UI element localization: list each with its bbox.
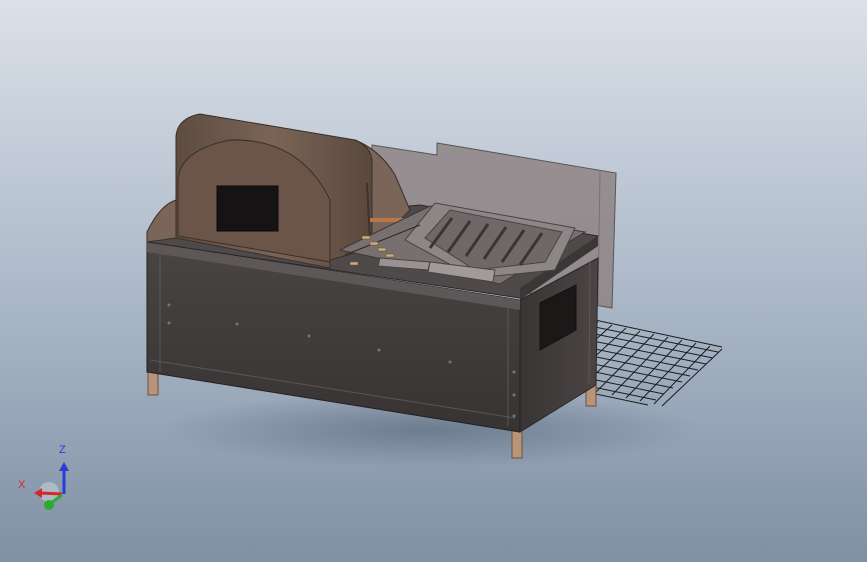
hood-vent: [216, 185, 279, 232]
3d-model[interactable]: [0, 0, 867, 562]
z-axis-label: Z: [59, 444, 66, 456]
z-axis-arrow-icon: [59, 462, 69, 494]
x-axis-label: X: [18, 479, 26, 491]
cad-3d-viewport[interactable]: Z X: [0, 0, 867, 562]
orientation-triad[interactable]: Z X: [14, 440, 84, 520]
